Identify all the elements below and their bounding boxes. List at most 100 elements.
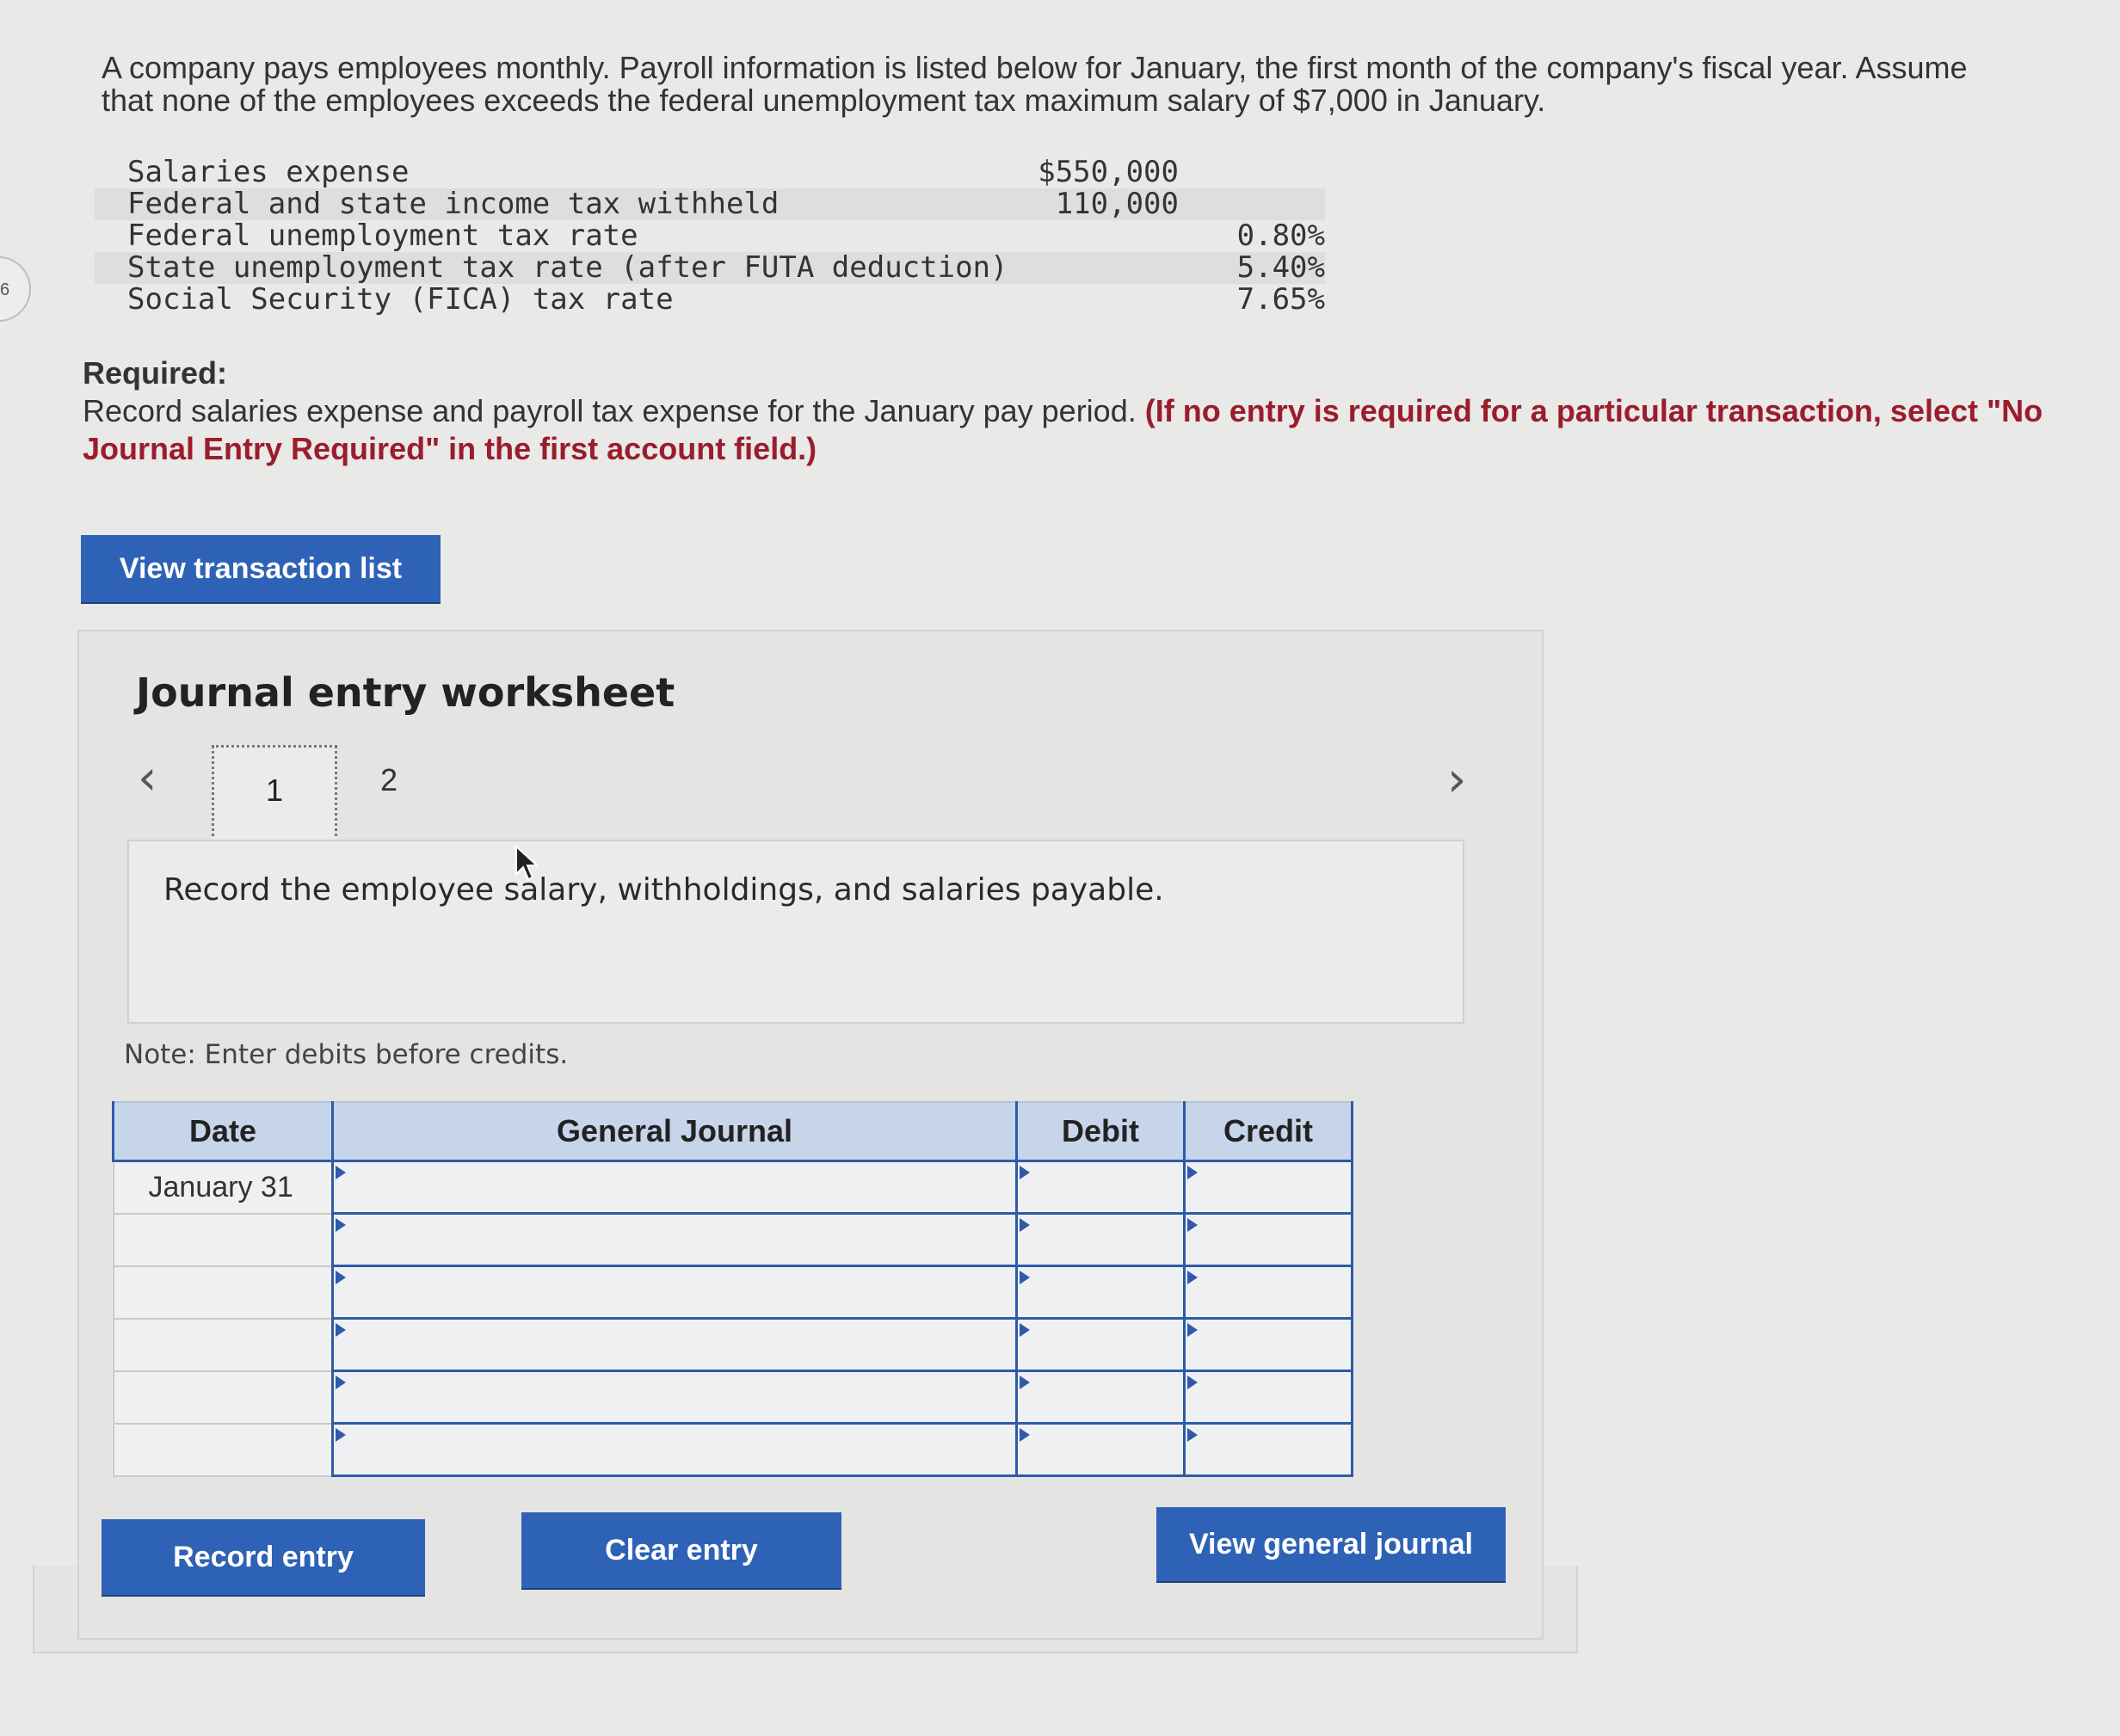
credit-input[interactable] [1186,1425,1351,1474]
account-input[interactable] [334,1372,1015,1422]
date-cell: January 31 [112,1160,334,1215]
debit-input[interactable] [1018,1425,1183,1474]
table-row [112,1370,1353,1425]
credit-input[interactable] [1186,1267,1351,1317]
credit-cell[interactable] [1183,1370,1353,1425]
cell-marker-icon [1187,1166,1198,1179]
debit-input[interactable] [1018,1267,1183,1317]
account-input[interactable] [334,1425,1015,1474]
credit-cell[interactable] [1183,1212,1353,1267]
view-general-journal-button[interactable]: View general journal [1156,1507,1506,1581]
credit-cell[interactable] [1183,1317,1353,1372]
debit-cell[interactable] [1015,1160,1186,1215]
account-cell[interactable] [331,1317,1018,1372]
debit-cell[interactable] [1015,1212,1186,1267]
account-cell[interactable] [331,1422,1018,1477]
page-tab-2[interactable]: 2 [380,762,398,798]
payroll-label: Federal and state income tax withheld [127,187,780,221]
debit-cell[interactable] [1015,1370,1186,1425]
credit-cell[interactable] [1183,1160,1353,1215]
payroll-info-table: Salaries expense $550,000 Federal and st… [95,157,1325,316]
payroll-row: Social Security (FICA) tax rate 7.65% [95,284,1325,316]
cell-marker-icon [1187,1376,1198,1389]
account-cell[interactable] [331,1265,1018,1320]
credit-input[interactable] [1186,1215,1351,1265]
table-row [112,1317,1353,1372]
debit-cell[interactable] [1015,1422,1186,1477]
required-heading: Required: [83,355,228,391]
payroll-row: Federal unemployment tax rate 0.80% [95,220,1325,252]
cell-marker-icon [1020,1376,1030,1389]
account-input[interactable] [334,1320,1015,1370]
payroll-label: State unemployment tax rate (after FUTA … [127,250,1008,285]
cell-marker-icon [1020,1218,1030,1232]
debit-input[interactable] [1018,1320,1183,1370]
question-number: 6 [0,280,10,299]
record-entry-button[interactable]: Record entry [102,1519,425,1595]
payroll-row: Salaries expense $550,000 [95,157,1325,188]
cell-marker-icon [336,1166,346,1179]
mouse-cursor-icon [515,845,539,881]
debit-cell[interactable] [1015,1265,1186,1320]
col-header-date: Date [112,1101,334,1162]
cell-marker-icon [336,1376,346,1389]
credit-cell[interactable] [1183,1422,1353,1477]
payroll-value: $550,000 [1038,155,1179,189]
col-header-general-journal: General Journal [331,1101,1018,1162]
cell-marker-icon [336,1271,346,1284]
cell-marker-icon [1020,1271,1030,1284]
debit-input[interactable] [1018,1372,1183,1422]
debits-note: Note: Enter debits before credits. [124,1039,569,1070]
col-header-credit: Credit [1183,1101,1353,1162]
credit-input[interactable] [1186,1320,1351,1370]
payroll-label: Federal unemployment tax rate [127,219,638,253]
cell-marker-icon [336,1428,346,1442]
table-row [112,1265,1353,1320]
payroll-value: 0.80% [1236,219,1325,253]
credit-input[interactable] [1186,1372,1351,1422]
account-cell[interactable] [331,1212,1018,1267]
debit-input[interactable] [1018,1162,1183,1212]
account-input[interactable] [334,1267,1015,1317]
cell-marker-icon [1187,1271,1198,1284]
instruction-text: Record the employee salary, withholdings… [163,872,1164,908]
cell-marker-icon [336,1323,346,1337]
table-row [112,1422,1353,1477]
date-cell [112,1212,334,1267]
account-input[interactable] [334,1162,1015,1212]
problem-intro: A company pays employees monthly. Payrol… [102,50,1968,118]
required-text: Record salaries expense and payroll tax … [83,393,1137,428]
required-section: Required: Record salaries expense and pa… [83,354,2061,468]
payroll-label: Salaries expense [127,155,410,189]
account-cell[interactable] [331,1160,1018,1215]
instruction-box: Record the employee salary, withholdings… [127,840,1464,1024]
payroll-value: 110,000 [1055,187,1179,221]
date-cell [112,1265,334,1320]
date-cell [112,1422,334,1477]
table-row [112,1212,1353,1267]
clear-entry-button[interactable]: Clear entry [521,1512,841,1588]
payroll-row: Federal and state income tax withheld 11… [95,188,1325,220]
account-cell[interactable] [331,1370,1018,1425]
payroll-row: State unemployment tax rate (after FUTA … [95,252,1325,284]
date-cell [112,1317,334,1372]
date-cell [112,1370,334,1425]
account-input[interactable] [334,1215,1015,1265]
debit-input[interactable] [1018,1215,1183,1265]
prev-arrow-icon[interactable]: ‹ [138,750,157,806]
worksheet-title: Journal entry worksheet [136,669,675,716]
col-header-debit: Debit [1015,1101,1186,1162]
view-transaction-list-button[interactable]: View transaction list [81,535,441,602]
table-row: January 31 [112,1160,1353,1215]
next-arrow-icon[interactable]: › [1447,752,1466,808]
debit-cell[interactable] [1015,1317,1186,1372]
cell-marker-icon [1187,1323,1198,1337]
journal-header-row: Date General Journal Debit Credit [112,1101,1353,1162]
credit-input[interactable] [1186,1162,1351,1212]
journal-table: Date General Journal Debit Credit Januar… [112,1101,1353,1477]
cell-marker-icon [1020,1323,1030,1337]
credit-cell[interactable] [1183,1265,1353,1320]
cell-marker-icon [1020,1166,1030,1179]
cell-marker-icon [1187,1428,1198,1442]
page-tab-1[interactable]: 1 [212,745,337,843]
